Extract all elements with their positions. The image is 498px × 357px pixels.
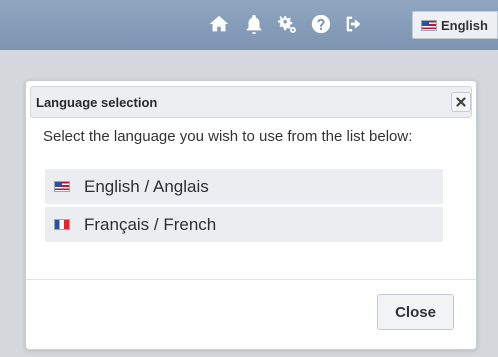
bell-icon[interactable] <box>243 13 265 35</box>
fr-flag-icon <box>54 219 70 230</box>
help-icon[interactable] <box>310 13 332 35</box>
language-option-label: Français / French <box>84 214 217 234</box>
close-button[interactable]: Close <box>377 294 454 330</box>
language-option-label: English / Anglais <box>84 176 209 196</box>
language-button-label: English <box>441 17 488 33</box>
top-toolbar: English <box>0 0 498 50</box>
sign-out-icon[interactable] <box>343 13 365 35</box>
dialog-title: Language selection <box>36 95 158 110</box>
language-button[interactable]: English <box>412 11 498 39</box>
us-flag-icon <box>421 19 437 31</box>
dialog-header: Language selection <box>30 86 472 118</box>
language-dialog: Language selection Select the language y… <box>25 80 477 350</box>
language-option-english[interactable]: English / Anglais <box>45 169 443 204</box>
dialog-divider <box>26 279 476 280</box>
language-option-french[interactable]: Français / French <box>45 207 443 242</box>
dialog-instruction: Select the language you wish to use from… <box>43 128 413 145</box>
home-icon[interactable] <box>208 13 230 35</box>
cogs-icon[interactable] <box>276 13 298 35</box>
close-icon[interactable] <box>451 92 471 112</box>
us-flag-icon <box>54 181 70 192</box>
